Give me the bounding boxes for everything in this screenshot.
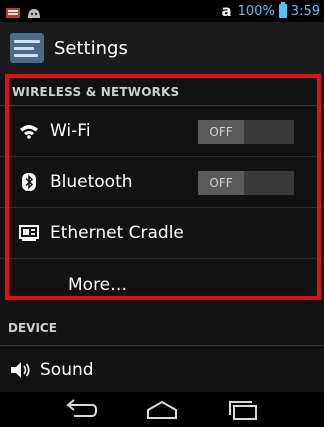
- settings-item-sound[interactable]: Sound: [0, 346, 324, 394]
- settings-item-label: More…: [68, 274, 128, 295]
- status-bar: a 100% 3:59: [0, 0, 324, 22]
- bluetooth-icon: [18, 173, 40, 191]
- bluetooth-toggle[interactable]: OFF: [198, 171, 294, 195]
- settings-item-label: Wi-Fi: [50, 121, 91, 141]
- back-icon[interactable]: [61, 396, 101, 424]
- page-title: Settings: [54, 37, 128, 59]
- recents-icon[interactable]: [223, 396, 263, 424]
- wifi-toggle[interactable]: OFF: [198, 120, 294, 144]
- toggle-state: OFF: [198, 120, 244, 144]
- mail-icon: [6, 4, 20, 23]
- section-header-wireless: WIRELESS & NETWORKS: [0, 74, 324, 106]
- speaker-icon: [10, 361, 32, 379]
- action-bar: Settings: [0, 22, 324, 74]
- settings-item-ethernet-cradle[interactable]: Ethernet Cradle: [0, 208, 324, 259]
- ethernet-cradle-icon: [18, 224, 40, 242]
- navigation-bar: [0, 392, 324, 427]
- android-icon: [26, 4, 42, 23]
- battery-icon: [278, 2, 287, 18]
- carrier-mark: a: [221, 2, 232, 20]
- settings-item-label: Bluetooth: [50, 172, 133, 192]
- settings-sliders-icon[interactable]: [10, 33, 44, 63]
- settings-item-more[interactable]: More…: [0, 259, 324, 310]
- toggle-state: OFF: [198, 171, 244, 195]
- settings-item-label: Sound: [40, 360, 94, 380]
- battery-percent: 100%: [237, 3, 275, 19]
- settings-item-wifi[interactable]: Wi-Fi OFF: [0, 106, 324, 157]
- settings-item-label: Ethernet Cradle: [50, 223, 184, 243]
- home-icon[interactable]: [142, 396, 182, 424]
- section-header-device: DEVICE: [0, 310, 324, 346]
- clock: 3:59: [290, 3, 320, 19]
- wifi-icon: [18, 123, 40, 139]
- settings-item-bluetooth[interactable]: Bluetooth OFF: [0, 157, 324, 208]
- settings-list: WIRELESS & NETWORKS Wi-Fi OFF Bluetooth …: [0, 74, 324, 392]
